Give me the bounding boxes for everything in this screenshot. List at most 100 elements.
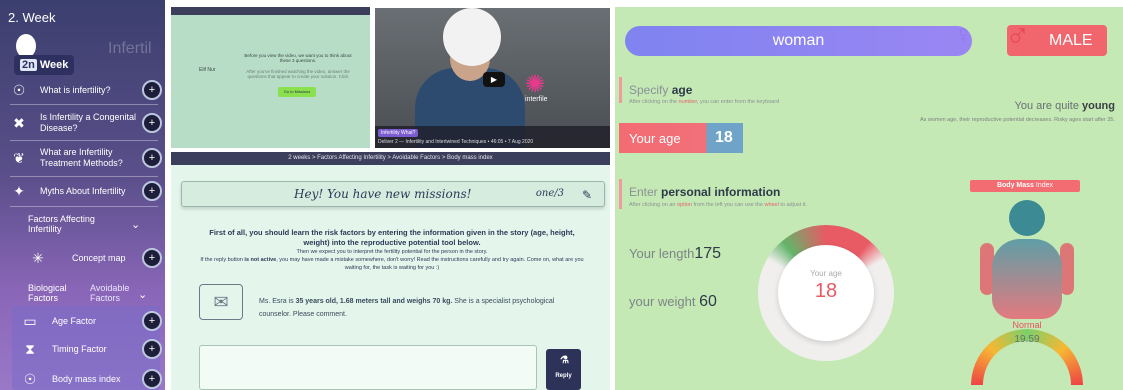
hint-text: , you can enter from the keyboard bbox=[696, 99, 780, 105]
hint-text: from the left you can use the bbox=[692, 202, 765, 208]
calendar-icon: ▭ bbox=[23, 312, 37, 329]
answer-textarea[interactable] bbox=[199, 345, 537, 390]
chevron-down-icon[interactable]: ⌄ bbox=[138, 288, 147, 301]
intro-screen-thumbnail: Elif Nur Before you view the video, we w… bbox=[171, 7, 370, 148]
missions-title: Hey! You have new missions! bbox=[294, 187, 472, 201]
sidebar-item-congenital[interactable]: ✖ Is Infertility a Congenital Disease? + bbox=[8, 110, 162, 136]
missions-screen: 2 weeks > Factors Affecting Infertility … bbox=[171, 152, 610, 390]
sidebar-item-body-mass-index[interactable]: ☉ Body mass index + bbox=[8, 369, 162, 389]
sidebar-item-timing-factor[interactable]: ⧗ Timing Factor + bbox=[8, 339, 162, 359]
section-marker bbox=[619, 77, 622, 103]
sidebar-item-myths[interactable]: ✦ Myths About Infertility + bbox=[8, 180, 162, 202]
body-figure-head bbox=[1009, 200, 1045, 236]
length-field[interactable]: Your length175 bbox=[629, 245, 721, 263]
flower-icon: ❦ bbox=[13, 149, 25, 166]
hint-text: to adjust it. bbox=[778, 202, 807, 208]
weight-field[interactable]: your weight 60 bbox=[629, 293, 717, 311]
avatar bbox=[443, 8, 501, 66]
video-player[interactable]: ▶ ✺ interfile Infertility What? Deliver … bbox=[375, 8, 610, 148]
sidebar-item-label: What are Infertility Treatment Methods? bbox=[40, 147, 123, 168]
add-icon[interactable]: + bbox=[142, 311, 162, 331]
scale-icon: ☉ bbox=[23, 370, 37, 387]
logo-text: interfile bbox=[525, 96, 548, 103]
week-selector[interactable]: 2n Week bbox=[14, 55, 75, 75]
unicorn-icon: ✦ bbox=[13, 182, 25, 199]
male-symbol-icon: ♂ bbox=[1005, 17, 1031, 55]
add-icon[interactable]: + bbox=[142, 113, 162, 133]
fertility-calculator: woman ♀ MALE ♂ Specify age After clickin… bbox=[615, 7, 1123, 390]
sidebar-item-concept-map[interactable]: ✳ Concept map + bbox=[8, 248, 162, 268]
sidebar-item-label: Age Factor bbox=[52, 315, 97, 326]
sidebar-item-label: What is infertility? bbox=[40, 84, 111, 95]
age-input[interactable]: Your age 18 bbox=[619, 123, 743, 153]
go-to-missions-button[interactable]: Go to Missions bbox=[278, 87, 316, 97]
gender-woman-button[interactable]: woman bbox=[625, 26, 972, 56]
sidebar-item-what-is-infertility[interactable]: ☉ What is infertility? + bbox=[8, 80, 162, 100]
instruction-emphasis: is not active bbox=[244, 257, 277, 263]
specify-age-heading: Specify age bbox=[629, 83, 692, 97]
specify-age-hint: After clicking on the number, you can en… bbox=[629, 99, 779, 105]
instruction-text: , you may have made a mistake somewhere,… bbox=[276, 257, 584, 271]
caption-tag: Infertility What? bbox=[378, 129, 419, 137]
hint-highlight: number bbox=[678, 99, 697, 105]
age-label: Your age bbox=[629, 131, 681, 146]
hint-text: After clicking on the bbox=[629, 99, 679, 105]
breadcrumb[interactable]: 2 weeks > Factors Affecting Infertility … bbox=[171, 152, 610, 165]
intro-line-1: Before you view the video, we want you t… bbox=[244, 53, 352, 63]
story-scroll-icon: ✉ bbox=[199, 284, 243, 320]
reply-label: Reply bbox=[555, 373, 572, 379]
video-caption: Infertility What? Deliver 2 — Infertilit… bbox=[375, 126, 610, 148]
add-icon[interactable]: + bbox=[142, 80, 162, 100]
bmi-title-bold: Body Mass bbox=[996, 182, 1034, 189]
wheel-center: Your age 18 bbox=[778, 245, 874, 341]
age-assessment-detail: As women age, their reproductive potenti… bbox=[919, 117, 1115, 123]
hint-highlight: wheel bbox=[764, 202, 779, 208]
hint-text: After clicking on an bbox=[629, 202, 677, 208]
reply-button[interactable]: ⚗ Reply bbox=[546, 349, 581, 390]
sidebar-item-label: Is Infertility a Congenital Disease? bbox=[40, 112, 137, 133]
heading-bold: age bbox=[671, 83, 693, 97]
bmi-value: 19.59 bbox=[1014, 334, 1040, 345]
sidebar-item-age-factor[interactable]: ▭ Age Factor + bbox=[8, 311, 162, 331]
assessment-bold: young bbox=[1082, 100, 1115, 112]
bottle-icon: ⚗ bbox=[560, 355, 569, 366]
missions-banner: Hey! You have new missions! one/3 ✎ bbox=[181, 181, 605, 207]
section-factors[interactable]: Factors Affecting Infertility bbox=[28, 214, 128, 234]
hint-highlight: option bbox=[677, 202, 692, 208]
dna-icon: ✖ bbox=[13, 114, 25, 131]
concept-map-icon: ✳ bbox=[32, 249, 44, 266]
add-icon[interactable]: + bbox=[142, 339, 162, 359]
story-part: Ms. Esra is bbox=[259, 298, 296, 305]
add-icon[interactable]: + bbox=[142, 181, 162, 201]
bmi-status: Normal bbox=[1012, 320, 1042, 330]
divider bbox=[10, 176, 158, 177]
add-icon[interactable]: + bbox=[142, 148, 162, 168]
section-biological[interactable]: Biological Factors bbox=[28, 283, 78, 303]
pencil-icon: ✎ bbox=[581, 188, 592, 202]
play-button-icon[interactable]: ▶ bbox=[483, 72, 505, 87]
sidebar-item-treatment[interactable]: ❦ What are Infertility Treatment Methods… bbox=[8, 144, 162, 172]
user-name: Elif Nur bbox=[199, 67, 216, 73]
divider bbox=[10, 140, 158, 141]
heading-text: Specify bbox=[629, 83, 672, 97]
week-label: Week bbox=[39, 59, 69, 71]
intro-line-2: After you've finished watching the video… bbox=[246, 69, 350, 79]
weight-label: your weight bbox=[629, 294, 696, 309]
woman-label: woman bbox=[772, 32, 825, 49]
body-figure-icon bbox=[992, 239, 1062, 319]
sidebar-item-label: Concept map bbox=[72, 252, 126, 263]
week-title: 2. Week bbox=[8, 10, 56, 25]
age-value: 18 bbox=[715, 129, 733, 146]
section-marker bbox=[619, 179, 622, 209]
chevron-down-icon[interactable]: ⌄ bbox=[131, 218, 140, 231]
section-avoidable[interactable]: Avoidable Factors bbox=[90, 283, 134, 303]
week-number: 2n bbox=[20, 59, 37, 71]
assessment-text: You are quite bbox=[1014, 100, 1082, 112]
sidebar-item-label: Myths About Infertility bbox=[40, 185, 126, 196]
personal-info-hint: After clicking on an option from the lef… bbox=[629, 202, 807, 208]
add-icon[interactable]: + bbox=[142, 248, 162, 268]
age-assessment: You are quite young bbox=[1015, 100, 1115, 112]
add-icon[interactable]: + bbox=[142, 369, 162, 389]
instruction-sub-2: If the reply button is not active, you m… bbox=[199, 256, 585, 272]
story-emphasis: 35 years old, 1.68 meters tall and weigh… bbox=[295, 298, 453, 305]
